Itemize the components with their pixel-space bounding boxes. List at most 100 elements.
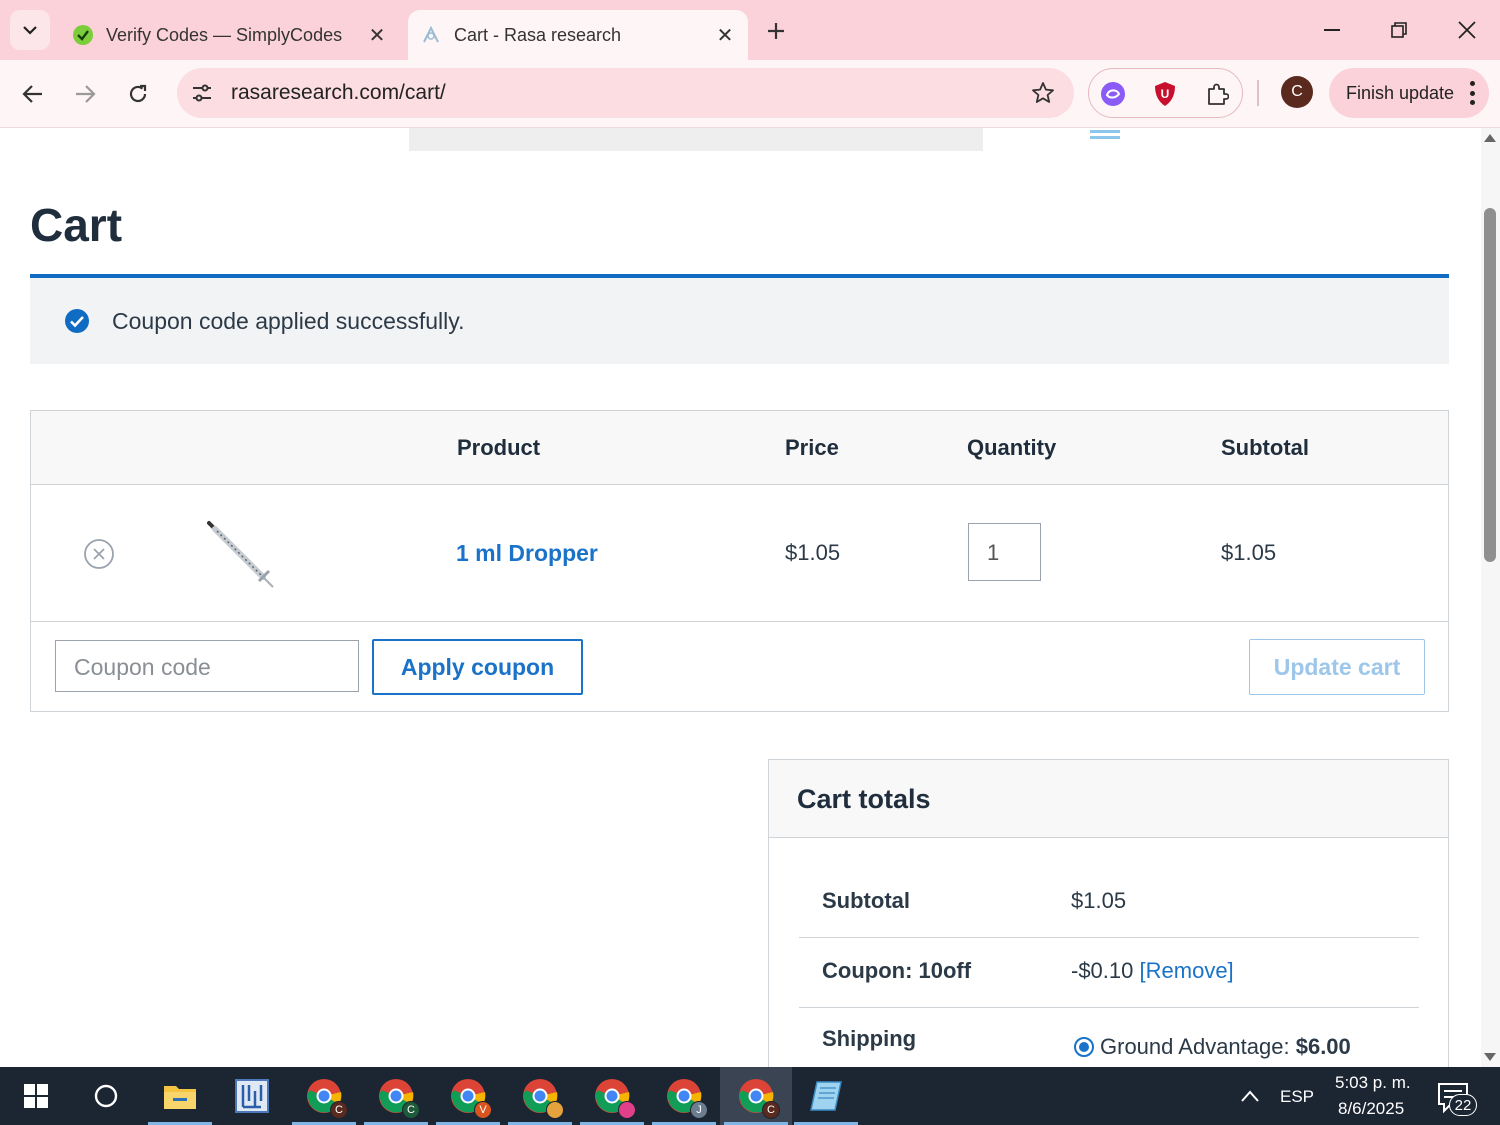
chrome-icon: J: [666, 1078, 708, 1119]
quantity-input[interactable]: 1: [968, 523, 1041, 581]
language-indicator[interactable]: ESP: [1280, 1087, 1314, 1107]
bookmark-star-icon[interactable]: [1030, 80, 1056, 106]
taskbar-chrome-2[interactable]: C: [360, 1067, 432, 1125]
taskbar-chrome-4[interactable]: [504, 1067, 576, 1125]
close-window-button[interactable]: [1443, 10, 1491, 50]
notification-count-badge: 22: [1449, 1094, 1477, 1116]
success-notice: Coupon code applied successfully.: [30, 274, 1449, 364]
toolbar-divider: [1257, 80, 1259, 106]
chrome-icon: V: [450, 1078, 492, 1119]
restore-icon: [1391, 22, 1407, 38]
arrow-left-icon: [22, 85, 42, 103]
minimize-button[interactable]: [1308, 10, 1356, 50]
back-button[interactable]: [13, 74, 53, 114]
reload-button[interactable]: [118, 74, 158, 114]
site-settings-icon[interactable]: [187, 78, 217, 108]
ublock-shield-icon[interactable]: U: [1151, 80, 1179, 108]
taskbar-chrome-7-active[interactable]: C: [720, 1067, 792, 1125]
subtotal-value: $1.05: [1071, 888, 1127, 913]
scroll-thumb[interactable]: [1484, 208, 1496, 562]
taskbar-file-explorer[interactable]: [144, 1067, 216, 1125]
taskbar-chrome-1[interactable]: C: [288, 1067, 360, 1125]
tab-title: Cart - Rasa research: [454, 24, 622, 45]
extensions-puzzle-icon[interactable]: [1203, 80, 1231, 108]
rasa-icon: [420, 24, 442, 46]
remove-item-icon[interactable]: [83, 538, 115, 570]
close-icon[interactable]: ✕: [362, 20, 392, 50]
table-header: Product Price Quantity Subtotal: [31, 411, 1448, 485]
kebab-menu-icon[interactable]: [1469, 81, 1475, 105]
chevron-down-icon: [23, 26, 37, 35]
apply-coupon-button[interactable]: Apply coupon: [372, 639, 583, 695]
finish-update-label: Finish update: [1346, 82, 1455, 103]
scroll-up-arrow-icon[interactable]: [1484, 134, 1496, 142]
shipping-label: Shipping: [822, 1026, 917, 1051]
product-thumbnail[interactable]: [201, 511, 281, 591]
forward-button[interactable]: [65, 74, 105, 114]
close-icon: [1458, 21, 1476, 39]
purple-extension-icon[interactable]: [1099, 80, 1127, 108]
close-icon[interactable]: ✕: [710, 20, 740, 50]
tab-search-button[interactable]: [10, 10, 50, 50]
profile-avatar[interactable]: C: [1281, 76, 1313, 108]
cart-actions: Coupon code Apply coupon Update cart: [31, 622, 1448, 712]
totals-row-shipping: Shipping Ground Advantage: $6.00: [799, 1008, 1419, 1067]
browser-tab-bar: Verify Codes — SimplyCodes ✕ Cart - Rasa…: [0, 0, 1500, 60]
taskbar-chrome-3[interactable]: V: [432, 1067, 504, 1125]
update-cart-button[interactable]: Update cart: [1249, 639, 1425, 695]
taskbar-app-grid[interactable]: [216, 1067, 288, 1125]
restore-button[interactable]: [1375, 10, 1423, 50]
shipping-radio[interactable]: [1074, 1037, 1094, 1057]
coupon-value-wrap: -$0.10 [Remove]: [1071, 958, 1234, 984]
tab-simplycodes[interactable]: Verify Codes — SimplyCodes ✕: [60, 10, 400, 60]
coupon-value: -$0.10: [1071, 958, 1134, 983]
search-button[interactable]: [70, 1067, 142, 1125]
taskbar-chrome-5[interactable]: [576, 1067, 648, 1125]
windows-taskbar: C C V J C ESP 5:03 p. m. 8/6/2025: [0, 1067, 1500, 1125]
scroll-down-arrow-icon[interactable]: [1484, 1053, 1496, 1061]
page-title: Cart: [30, 199, 123, 251]
chrome-icon: [594, 1078, 636, 1119]
notes-app-icon: [810, 1081, 842, 1111]
page-content: Cart Coupon code applied successfully. P…: [0, 128, 1481, 1067]
clock-time[interactable]: 5:03 p. m.: [1335, 1073, 1411, 1093]
header-product: Product: [457, 435, 541, 460]
page-scrollbar[interactable]: [1481, 128, 1500, 1067]
header-price: Price: [785, 435, 839, 460]
cart-totals-header: Cart totals: [769, 760, 1448, 838]
shipping-option[interactable]: Ground Advantage: $6.00: [1074, 1034, 1351, 1060]
minimize-icon: [1324, 29, 1340, 31]
table-row: 1 ml Dropper $1.05 1 $1.05: [31, 485, 1448, 622]
url-text: rasaresearch.com/cart/: [231, 81, 446, 104]
svg-text:U: U: [1161, 87, 1170, 101]
browser-toolbar: rasaresearch.com/cart/ U C Finish update: [0, 60, 1500, 128]
product-link[interactable]: 1 ml Dropper: [456, 540, 598, 567]
shipping-price: $6.00: [1295, 1034, 1351, 1059]
tab-title: Verify Codes — SimplyCodes: [106, 24, 343, 45]
finish-update-button[interactable]: Finish update: [1329, 68, 1489, 118]
product-price: $1.05: [785, 540, 841, 565]
taskbar-chrome-6[interactable]: J: [648, 1067, 720, 1125]
start-button[interactable]: [0, 1067, 72, 1125]
tab-rasa-cart[interactable]: Cart - Rasa research ✕: [408, 10, 748, 60]
new-tab-button[interactable]: [760, 15, 792, 47]
chrome-icon: C: [738, 1078, 780, 1119]
hamburger-menu-icon[interactable]: [1090, 130, 1120, 140]
coupon-code-input[interactable]: Coupon code: [55, 640, 359, 692]
cart-table: Product Price Quantity Subtotal 1 ml Dro…: [30, 410, 1449, 712]
address-bar[interactable]: rasaresearch.com/cart/: [177, 68, 1074, 118]
clock-date[interactable]: 8/6/2025: [1338, 1099, 1404, 1119]
site-nav-bar: [409, 128, 1120, 151]
taskbar-notes-app[interactable]: [790, 1067, 862, 1125]
chrome-profile-badge: C: [762, 1101, 780, 1119]
header-quantity: Quantity: [967, 435, 1057, 460]
chrome-icon: [522, 1078, 564, 1119]
subtotal-label: Subtotal: [822, 888, 910, 913]
chrome-profile-avatar-badge: [618, 1101, 636, 1119]
tray-chevron-up-icon[interactable]: [1240, 1089, 1260, 1103]
windows-logo-icon: [24, 1084, 48, 1108]
check-circle-icon: [65, 309, 89, 333]
chrome-profile-avatar-badge: [546, 1101, 564, 1119]
chrome-icon: C: [306, 1078, 348, 1119]
remove-coupon-link[interactable]: [Remove]: [1140, 958, 1234, 983]
